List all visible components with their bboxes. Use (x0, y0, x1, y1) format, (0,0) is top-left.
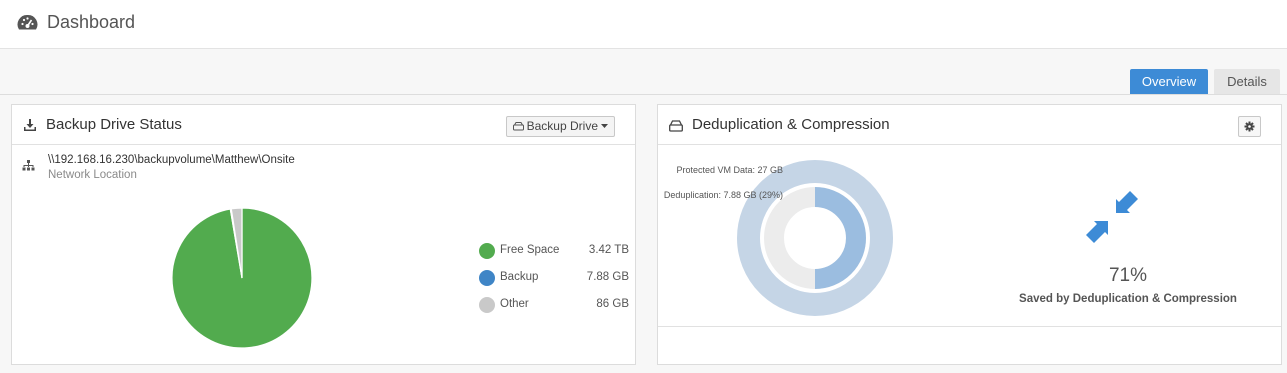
tab-details[interactable]: Details (1214, 69, 1280, 95)
legend-dot (479, 297, 495, 313)
panel-header: Backup Drive Status Backup Drive (12, 105, 635, 145)
backup-drive-status-panel: Backup Drive Status Backup Drive \\192.1… (11, 104, 636, 365)
panel-footer-divider (658, 326, 1281, 327)
legend-label: Backup (500, 271, 539, 283)
saved-label: Saved by Deduplication & Compression (1019, 293, 1237, 305)
legend-item-other: Other 86 GB (479, 296, 629, 314)
legend-item-free-space: Free Space 3.42 TB (479, 242, 629, 260)
compress-icon (1086, 191, 1138, 243)
settings-button[interactable] (1238, 116, 1261, 137)
saved-percent: 71% (1108, 265, 1148, 286)
sitemap-icon (22, 160, 35, 171)
legend-value: 86 GB (596, 298, 629, 310)
legend-value: 3.42 TB (588, 244, 629, 256)
download-icon (24, 119, 36, 131)
drive-usage-pie-chart (171, 207, 313, 349)
caret-down-icon (601, 124, 608, 128)
legend-value: 7.88 GB (586, 271, 629, 283)
top-bar: Dashboard (0, 0, 1287, 49)
network-location-label: Network Location (48, 169, 137, 181)
gear-icon (1244, 121, 1255, 132)
legend-dot (479, 243, 495, 259)
tab-overview[interactable]: Overview (1130, 69, 1208, 95)
legend-item-backup: Backup 7.88 GB (479, 269, 629, 287)
deduplication-ring-chart (737, 160, 893, 316)
dashboard-icon (17, 14, 38, 30)
ring-deduplication (814, 187, 866, 289)
panel-title: Backup Drive Status (46, 116, 182, 133)
deduplication-label: Deduplication: 7.88 GB (29%) (663, 190, 783, 200)
deduplication-panel: Deduplication & Compression Protected VM… (657, 104, 1282, 365)
hard-drive-icon (512, 122, 524, 131)
legend-label: Other (500, 298, 529, 310)
panel-title: Deduplication & Compression (692, 116, 890, 133)
backup-drive-dropdown[interactable]: Backup Drive (505, 116, 615, 137)
tab-divider (0, 94, 1287, 95)
dropdown-label: Backup Drive (526, 119, 598, 133)
view-tabs: Overview Details (1130, 69, 1280, 95)
protected-vm-data-label: Protected VM Data: 27 GB (676, 165, 783, 175)
network-path: \\192.168.16.230\backupvolume\Matthew\On… (48, 154, 295, 166)
legend-label: Free Space (500, 244, 560, 256)
page-title: Dashboard (47, 12, 136, 32)
panel-header: Deduplication & Compression (658, 105, 1281, 145)
hard-drive-icon (669, 120, 683, 132)
legend-dot (479, 270, 495, 286)
